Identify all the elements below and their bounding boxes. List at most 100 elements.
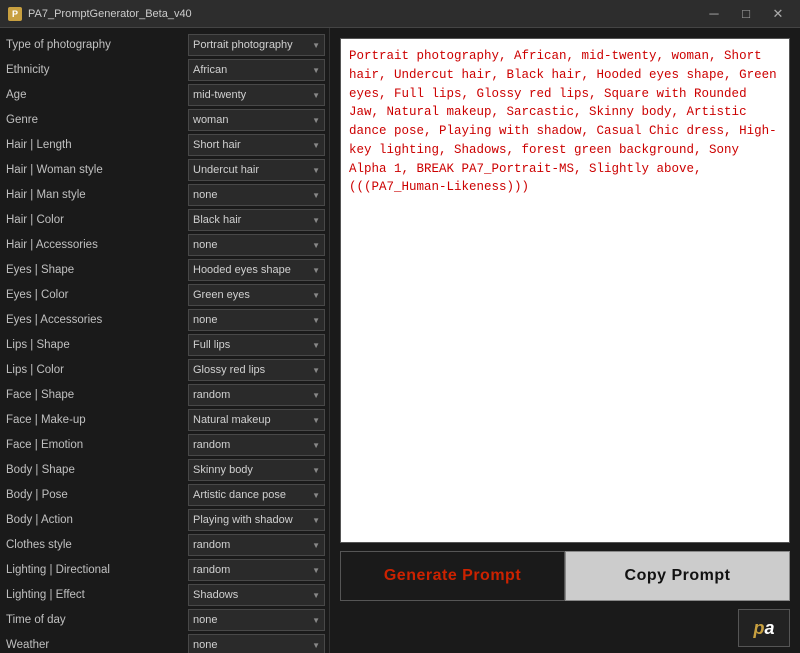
select-wrapper-12: Full lips [188, 334, 325, 356]
field-select-21[interactable]: random [188, 559, 325, 581]
select-wrapper-16: random [188, 434, 325, 456]
select-wrapper-13: Glossy red lips [188, 359, 325, 381]
select-wrapper-9: Hooded eyes shape [188, 259, 325, 281]
field-label-18: Body | Pose [6, 489, 188, 501]
field-select-22[interactable]: Shadows [188, 584, 325, 606]
app-title: PA7_PromptGenerator_Beta_v40 [28, 8, 192, 20]
field-label-7: Hair | Color [6, 214, 188, 226]
field-label-0: Type of photography [6, 39, 188, 51]
field-row: Lips | ShapeFull lips [6, 334, 325, 356]
field-select-6[interactable]: none [188, 184, 325, 206]
field-select-20[interactable]: random [188, 534, 325, 556]
field-label-11: Eyes | Accessories [6, 314, 188, 326]
select-wrapper-22: Shadows [188, 584, 325, 606]
field-row: Hair | Man stylenone [6, 184, 325, 206]
field-select-13[interactable]: Glossy red lips [188, 359, 325, 381]
field-label-4: Hair | Length [6, 139, 188, 151]
field-row: Face | Shaperandom [6, 384, 325, 406]
field-label-24: Weather [6, 639, 188, 651]
field-row: Eyes | ColorGreen eyes [6, 284, 325, 306]
select-wrapper-23: none [188, 609, 325, 631]
field-label-21: Lighting | Directional [6, 564, 188, 576]
field-select-10[interactable]: Green eyes [188, 284, 325, 306]
field-row: Lighting | Directionalrandom [6, 559, 325, 581]
field-select-1[interactable]: African [188, 59, 325, 81]
field-row: Hair | Woman styleUndercut hair [6, 159, 325, 181]
field-select-15[interactable]: Natural makeup [188, 409, 325, 431]
field-row: Hair | Accessoriesnone [6, 234, 325, 256]
field-select-0[interactable]: Portrait photography [188, 34, 325, 56]
select-wrapper-18: Artistic dance pose [188, 484, 325, 506]
field-label-14: Face | Shape [6, 389, 188, 401]
select-wrapper-14: random [188, 384, 325, 406]
copy-prompt-button[interactable]: Copy Prompt [565, 551, 790, 601]
select-wrapper-7: Black hair [188, 209, 325, 231]
field-row: Weathernone [6, 634, 325, 653]
maximize-button[interactable]: □ [732, 4, 760, 24]
select-wrapper-5: Undercut hair [188, 159, 325, 181]
field-row: Eyes | Accessoriesnone [6, 309, 325, 331]
select-wrapper-19: Playing with shadow [188, 509, 325, 531]
field-row: Genrewoman [6, 109, 325, 131]
select-wrapper-11: none [188, 309, 325, 331]
field-select-23[interactable]: none [188, 609, 325, 631]
field-label-9: Eyes | Shape [6, 264, 188, 276]
select-wrapper-2: mid-twenty [188, 84, 325, 106]
field-select-3[interactable]: woman [188, 109, 325, 131]
field-row: Lips | ColorGlossy red lips [6, 359, 325, 381]
title-bar-left: P PA7_PromptGenerator_Beta_v40 [8, 7, 192, 21]
select-wrapper-17: Skinny body [188, 459, 325, 481]
close-button[interactable]: ✕ [764, 4, 792, 24]
logo-box: pa [738, 609, 790, 647]
field-row: Lighting | EffectShadows [6, 584, 325, 606]
select-wrapper-24: none [188, 634, 325, 653]
field-select-17[interactable]: Skinny body [188, 459, 325, 481]
app-icon: P [8, 7, 22, 21]
window-controls: ─ □ ✕ [700, 4, 792, 24]
select-wrapper-1: African [188, 59, 325, 81]
field-select-24[interactable]: none [188, 634, 325, 653]
field-select-4[interactable]: Short hair [188, 134, 325, 156]
field-label-19: Body | Action [6, 514, 188, 526]
select-wrapper-6: none [188, 184, 325, 206]
field-row: Face | Make-upNatural makeup [6, 409, 325, 431]
field-select-12[interactable]: Full lips [188, 334, 325, 356]
select-wrapper-3: woman [188, 109, 325, 131]
prompt-textarea[interactable] [340, 38, 790, 543]
select-wrapper-20: random [188, 534, 325, 556]
field-label-16: Face | Emotion [6, 439, 188, 451]
field-select-11[interactable]: none [188, 309, 325, 331]
button-row: Generate Prompt Copy Prompt [340, 551, 790, 601]
field-select-8[interactable]: none [188, 234, 325, 256]
field-row: Hair | ColorBlack hair [6, 209, 325, 231]
field-select-19[interactable]: Playing with shadow [188, 509, 325, 531]
logo-text: pa [753, 618, 774, 639]
field-label-20: Clothes style [6, 539, 188, 551]
title-bar: P PA7_PromptGenerator_Beta_v40 ─ □ ✕ [0, 0, 800, 28]
field-select-14[interactable]: random [188, 384, 325, 406]
field-label-6: Hair | Man style [6, 189, 188, 201]
minimize-button[interactable]: ─ [700, 4, 728, 24]
field-row: Eyes | ShapeHooded eyes shape [6, 259, 325, 281]
field-row: Face | Emotionrandom [6, 434, 325, 456]
field-label-15: Face | Make-up [6, 414, 188, 426]
field-select-9[interactable]: Hooded eyes shape [188, 259, 325, 281]
select-wrapper-8: none [188, 234, 325, 256]
select-wrapper-4: Short hair [188, 134, 325, 156]
left-panel: Type of photographyPortrait photography E… [0, 28, 330, 653]
field-select-7[interactable]: Black hair [188, 209, 325, 231]
field-row: Hair | LengthShort hair [6, 134, 325, 156]
field-row: Body | PoseArtistic dance pose [6, 484, 325, 506]
select-wrapper-10: Green eyes [188, 284, 325, 306]
field-select-18[interactable]: Artistic dance pose [188, 484, 325, 506]
field-label-3: Genre [6, 114, 188, 126]
generate-prompt-button[interactable]: Generate Prompt [340, 551, 565, 601]
field-select-16[interactable]: random [188, 434, 325, 456]
field-select-5[interactable]: Undercut hair [188, 159, 325, 181]
field-label-23: Time of day [6, 614, 188, 626]
field-row: EthnicityAfrican [6, 59, 325, 81]
field-select-2[interactable]: mid-twenty [188, 84, 325, 106]
field-row: Time of daynone [6, 609, 325, 631]
field-label-22: Lighting | Effect [6, 589, 188, 601]
field-label-8: Hair | Accessories [6, 239, 188, 251]
